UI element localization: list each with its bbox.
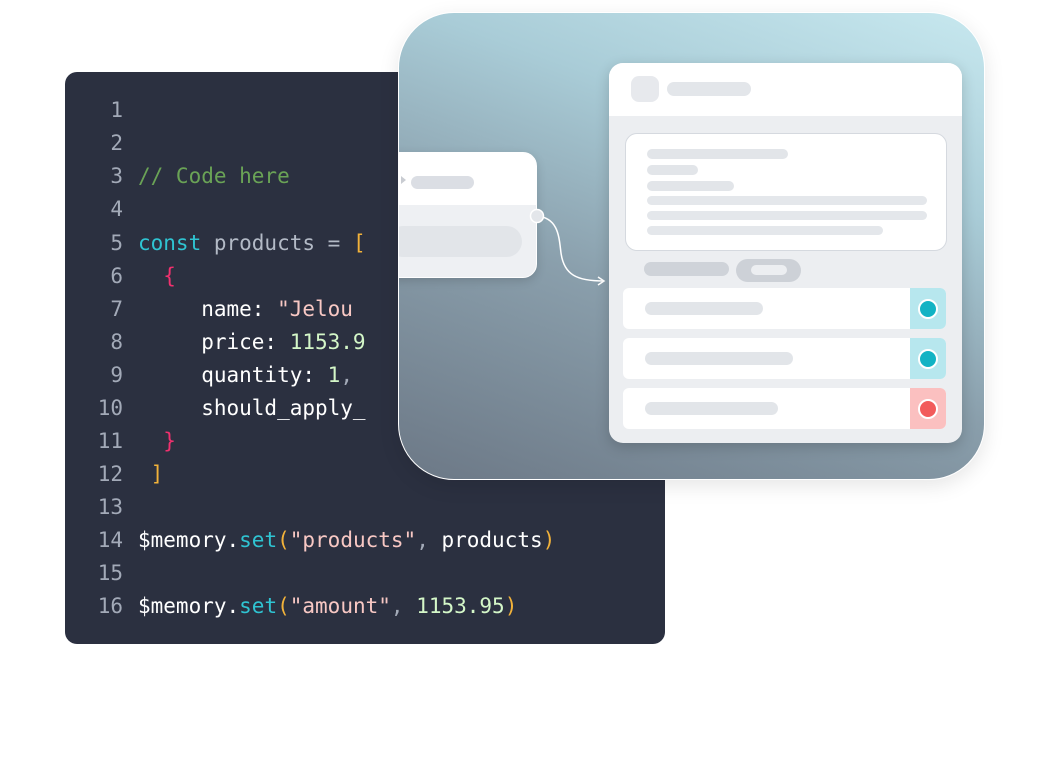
chip-label-placeholder bbox=[751, 265, 787, 275]
list-item-label-placeholder bbox=[645, 302, 763, 315]
code-token: 1 bbox=[327, 363, 341, 387]
line-number: 4 bbox=[110, 197, 123, 221]
code-token: ( bbox=[277, 594, 290, 618]
code-token: { bbox=[138, 264, 176, 288]
line-number: 13 bbox=[97, 495, 123, 519]
code-text: name: "Jelou bbox=[138, 293, 353, 326]
text-line-placeholder bbox=[647, 211, 927, 220]
text-line-placeholder bbox=[647, 181, 734, 191]
code-token: "products" bbox=[289, 528, 417, 552]
code-token: , bbox=[390, 594, 417, 618]
code-token: set bbox=[239, 594, 278, 618]
list-item-label-placeholder bbox=[645, 402, 778, 415]
code-token: price: bbox=[138, 330, 290, 354]
code-token: ) bbox=[504, 594, 518, 618]
code-token: , bbox=[340, 363, 353, 387]
chip-placeholder[interactable] bbox=[644, 262, 729, 276]
line-number: 6 bbox=[110, 264, 123, 288]
code-token: "amount" bbox=[289, 594, 391, 618]
code-text: price: 1153.9 bbox=[138, 326, 366, 359]
code-token: ( bbox=[277, 528, 290, 552]
code-token: $memory. bbox=[138, 594, 240, 618]
code-token: ] bbox=[138, 462, 164, 486]
code-token: [ bbox=[352, 231, 366, 255]
list-item-label-placeholder bbox=[645, 352, 793, 365]
code-token: products bbox=[441, 528, 543, 552]
code-text: should_apply_ bbox=[138, 392, 366, 425]
list-item[interactable] bbox=[623, 338, 946, 379]
code-token: ) bbox=[542, 528, 556, 552]
text-line-placeholder bbox=[647, 165, 698, 175]
line-number: 8 bbox=[110, 330, 123, 354]
code-token: set bbox=[239, 528, 278, 552]
code-token: const bbox=[138, 231, 202, 255]
status-indicator bbox=[910, 338, 946, 379]
status-indicator bbox=[910, 288, 946, 329]
code-token: , bbox=[416, 528, 442, 552]
code-text: } bbox=[138, 425, 176, 458]
panel-icon-placeholder bbox=[631, 76, 659, 102]
code-text: $memory.set("amount", 1153.95) bbox=[138, 590, 517, 623]
code-token: 1153.95 bbox=[416, 594, 505, 618]
code-token: } bbox=[138, 429, 176, 453]
code-text: ] bbox=[138, 458, 164, 491]
chip-button-placeholder[interactable] bbox=[736, 259, 801, 282]
line-number: 11 bbox=[97, 429, 123, 453]
status-indicator bbox=[910, 388, 946, 429]
code-token: $memory. bbox=[138, 528, 240, 552]
line-number: 14 bbox=[97, 528, 123, 552]
line-number: 15 bbox=[97, 561, 123, 585]
code-token: // Code here bbox=[138, 164, 290, 188]
list-item[interactable] bbox=[623, 388, 946, 429]
flow-preview-card bbox=[398, 12, 985, 480]
code-token: = bbox=[315, 231, 353, 255]
code-text: quantity: 1, bbox=[138, 359, 353, 392]
line-number: 3 bbox=[110, 164, 123, 188]
line-number: 12 bbox=[97, 462, 123, 486]
line-number: 9 bbox=[110, 363, 123, 387]
line-number: 2 bbox=[110, 131, 123, 155]
list-item[interactable] bbox=[623, 288, 946, 329]
text-line-placeholder bbox=[647, 149, 788, 159]
panel-header bbox=[609, 63, 962, 116]
message-content-box bbox=[625, 133, 947, 251]
active-dot-icon bbox=[918, 299, 938, 319]
code-token: 1153.9 bbox=[289, 330, 366, 354]
code-token: name: bbox=[138, 297, 278, 321]
code-token: products bbox=[201, 231, 316, 255]
connector-handle-icon[interactable] bbox=[529, 208, 545, 224]
code-token: quantity: bbox=[138, 363, 328, 387]
code-text: $memory.set("products", products) bbox=[138, 524, 555, 557]
code-token: should_apply_ bbox=[138, 396, 366, 420]
text-line-placeholder bbox=[647, 196, 927, 205]
code-text: { bbox=[138, 260, 176, 293]
code-text: // Code here bbox=[138, 160, 290, 193]
code-token: "Jelou bbox=[277, 297, 353, 321]
line-number: 10 bbox=[97, 396, 123, 420]
active-dot-icon bbox=[918, 349, 938, 369]
line-number: 16 bbox=[97, 594, 123, 618]
code-text: const products = [ bbox=[138, 227, 366, 260]
line-number: 1 bbox=[110, 98, 123, 122]
panel-title-placeholder bbox=[667, 82, 751, 96]
flow-panel bbox=[609, 63, 962, 443]
error-dot-icon bbox=[918, 399, 938, 419]
text-line-placeholder bbox=[647, 226, 883, 235]
line-number: 5 bbox=[110, 231, 123, 255]
line-number: 7 bbox=[110, 297, 123, 321]
